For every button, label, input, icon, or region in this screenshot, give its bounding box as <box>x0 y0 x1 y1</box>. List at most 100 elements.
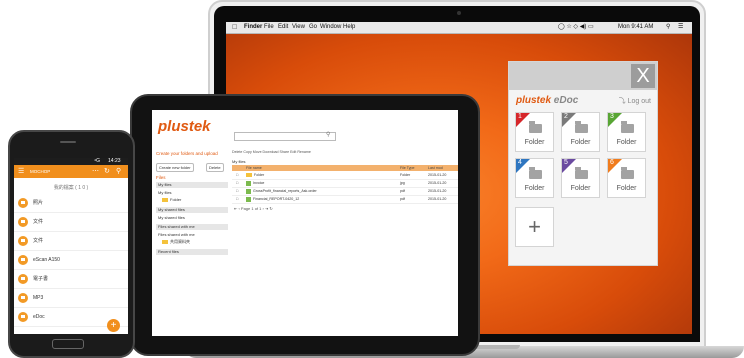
status-time: 14:23 <box>108 158 121 164</box>
list-item[interactable]: 文件 <box>14 232 128 251</box>
file-icon <box>246 188 251 194</box>
folder-label: Folder <box>570 139 591 146</box>
folder-icon <box>18 217 28 227</box>
file-toolbar[interactable]: Delete Copy Move Download Share Edit Ren… <box>232 150 458 154</box>
list-item[interactable]: 文件 <box>14 213 128 232</box>
folder-icon <box>621 167 634 179</box>
logout-link[interactable]: ⤵ Log out <box>619 96 651 106</box>
sidebar-item-my-shared[interactable]: My shared files <box>158 215 185 220</box>
list-item[interactable]: 電子書 <box>14 270 128 289</box>
table-row[interactable]: □ Invoice jpg 2015-01-20 <box>232 180 458 188</box>
table-row[interactable]: □ Folder Folder 2015-01-20 <box>232 172 458 180</box>
pager[interactable]: ⇤ ‹ Page 1 of 1 › ⇥ ↻ <box>234 206 273 211</box>
table-row[interactable]: □ Financial_REPORT-0420_12 pdf 2015-01-2… <box>232 196 458 204</box>
folder-count: 我的檔案 ( 1 0 ) <box>53 185 89 191</box>
spotlight-icon[interactable]: ⚲ <box>666 22 670 33</box>
col-date[interactable]: Last mod <box>428 165 443 171</box>
tablet-screen: plustek ⚲ Create your folders and upload… <box>152 110 458 336</box>
file-icon <box>246 180 251 186</box>
menu-view[interactable]: View <box>292 22 305 33</box>
menu-edit[interactable]: Edit <box>278 22 288 33</box>
folder-tile-3[interactable]: 3 Folder <box>607 112 646 152</box>
folder-label: Folder <box>524 139 545 146</box>
search-icon[interactable]: ⚲ <box>116 165 121 178</box>
close-button[interactable]: X <box>631 64 655 88</box>
folder-icon <box>162 197 168 202</box>
apple-icon[interactable]:  <box>232 22 237 33</box>
menu-icon[interactable]: ☰ <box>18 165 24 178</box>
mac-menubar:  Finder File Edit View Go Window Help ◯… <box>226 22 692 34</box>
notification-icon[interactable]: ☰ <box>678 22 683 33</box>
refresh-icon[interactable]: ↻ <box>104 165 110 178</box>
table-row[interactable]: □ GrossProfit_financial_reports_Ask.orde… <box>232 188 458 196</box>
list-item[interactable]: 照片 <box>14 194 128 213</box>
grid-icon[interactable]: ⋯ <box>92 165 99 178</box>
panel-header: X <box>509 62 657 90</box>
sidebar-item-my-files[interactable]: My files <box>158 190 172 195</box>
list-item[interactable]: MP3 <box>14 289 128 308</box>
camera-icon <box>457 11 461 15</box>
breadcrumb[interactable]: My files <box>232 159 246 164</box>
file-icon <box>246 196 251 202</box>
folder-label: Folder <box>570 185 591 192</box>
folder-icon <box>18 293 28 303</box>
folder-tile-1[interactable]: 1 Folder <box>515 112 554 152</box>
menu-help[interactable]: Help <box>343 22 355 33</box>
sidebar-item-shared-folder[interactable]: 共用資料夾 <box>162 239 190 245</box>
folder-icon <box>18 236 28 246</box>
sidebar-item-folder[interactable]: Folder <box>162 197 181 202</box>
section-shared-with-me[interactable]: Files shared with me <box>156 224 228 230</box>
folder-icon <box>529 167 542 179</box>
section-recent[interactable]: Recent files <box>156 249 228 255</box>
folder-icon <box>18 198 28 208</box>
folder-icon <box>621 121 634 133</box>
search-icon[interactable]: ⚲ <box>326 131 330 138</box>
section-my-shared[interactable]: My shared files <box>156 207 228 213</box>
folder-label: Folder <box>616 185 637 192</box>
menubar-clock: Mon 9:41 AM <box>618 24 654 30</box>
phone-screen: ⁴G 14:23 ☰ MOCHOP ⋯ ↻ ⚲ 我的檔案 ( 1 0 ) 照片 … <box>14 158 128 334</box>
add-folder-button[interactable]: + <box>515 207 554 247</box>
col-name[interactable]: File name <box>246 165 262 171</box>
status-icons: ◯ ☆ ◇ ◀) ▭ <box>558 24 594 30</box>
edoc-panel: X plustek eDoc ⤵ Log out 1 Folder 2 Fold… <box>508 61 658 266</box>
folder-icon <box>575 121 588 133</box>
folder-label: Folder <box>616 139 637 146</box>
phone-app-bar: ☰ MOCHOP ⋯ ↻ ⚲ <box>14 165 128 178</box>
phone-speaker <box>60 141 76 143</box>
menu-file[interactable]: File <box>264 22 274 33</box>
row-checkbox[interactable]: □ <box>236 180 238 187</box>
delete-button[interactable]: Delete <box>206 163 224 172</box>
row-checkbox[interactable]: □ <box>236 172 238 179</box>
list-item[interactable]: eScan A150 <box>14 251 128 270</box>
files-heading: Files <box>156 175 166 180</box>
menu-go[interactable]: Go <box>309 22 317 33</box>
row-checkbox[interactable]: □ <box>236 188 238 195</box>
folder-tile-4[interactable]: 4 Folder <box>515 158 554 198</box>
folder-tile-6[interactable]: 6 Folder <box>607 158 646 198</box>
folder-icon <box>529 121 542 133</box>
menu-window[interactable]: Window <box>320 22 341 33</box>
file-table-header: File name File Type Last mod <box>232 165 458 171</box>
menu-finder[interactable]: Finder <box>244 22 262 33</box>
folder-icon <box>246 173 252 178</box>
add-fab-button[interactable]: + <box>107 319 120 332</box>
folder-icon <box>18 274 28 284</box>
folder-icon <box>575 167 588 179</box>
folder-tile-2[interactable]: 2 Folder <box>561 112 600 152</box>
tagline: Create your folders and upload <box>156 151 218 156</box>
tablet-logo: plustek <box>158 118 211 135</box>
folder-icon <box>18 255 28 265</box>
section-my-files[interactable]: My files <box>156 182 228 188</box>
col-type[interactable]: File Type <box>400 165 415 171</box>
app-title: MOCHOP <box>30 169 51 174</box>
folder-icon <box>18 312 28 322</box>
folder-tile-5[interactable]: 5 Folder <box>561 158 600 198</box>
search-input[interactable] <box>234 132 336 141</box>
create-folder-button[interactable]: Create new folder <box>156 163 194 172</box>
folder-label: Folder <box>524 185 545 192</box>
edoc-logo: plustek eDoc <box>516 95 579 106</box>
home-button[interactable] <box>52 339 84 349</box>
row-checkbox[interactable]: □ <box>236 196 238 203</box>
sidebar-item-shared-with-me[interactable]: Files shared with me <box>158 232 195 237</box>
